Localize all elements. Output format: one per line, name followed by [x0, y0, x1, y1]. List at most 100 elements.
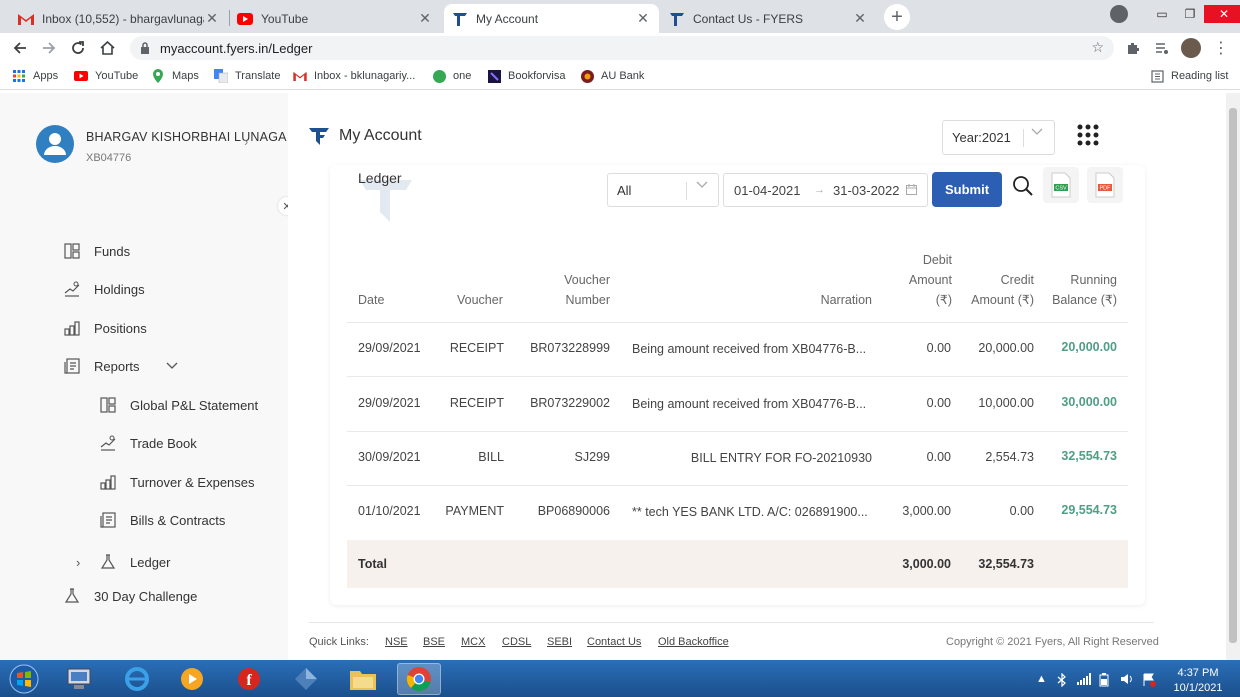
bookmark-star-icon[interactable]: ☆	[1091, 39, 1104, 56]
footer-link-nse[interactable]: NSE	[385, 636, 408, 648]
profile-avatar[interactable]	[1180, 37, 1202, 59]
footer-link-contact-us[interactable]: Contact Us	[587, 636, 641, 648]
scrollbar-thumb[interactable]	[1229, 108, 1237, 643]
bookmark-label: one	[453, 70, 472, 82]
taskbar-chrome-icon[interactable]	[397, 663, 441, 695]
tab-close-icon[interactable]: ✕	[852, 10, 868, 27]
taskbar-fyers-app-icon[interactable]: f	[227, 663, 271, 695]
taskbar-ie-icon[interactable]	[115, 663, 159, 695]
sidebar-subitem-trade-book[interactable]: Trade Book	[98, 433, 197, 453]
footer-divider	[309, 622, 1154, 623]
sidebar-item-positions[interactable]: Positions	[62, 318, 147, 338]
show-hidden-icons[interactable]: ▲	[1036, 673, 1047, 685]
sidebar-subitem-bills[interactable]: Bills & Contracts	[98, 510, 225, 530]
header-line: Amount (₹)	[971, 293, 1034, 307]
sidebar-item-30-day-challenge[interactable]: 30 Day Challenge	[62, 586, 197, 606]
sidebar-item-label: Global P&L Statement	[130, 397, 259, 413]
search-icon[interactable]	[1012, 175, 1034, 197]
lock-icon	[140, 42, 150, 54]
taskbar-explorer-icon[interactable]	[341, 663, 385, 695]
maximize-icon[interactable]: ❐	[1176, 5, 1204, 23]
taskbar-computer-icon[interactable]	[57, 663, 101, 695]
tab-title: My Account	[476, 11, 539, 26]
csv-download-button[interactable]: CSV	[1043, 167, 1079, 203]
cell-voucher-number: BP06890006	[537, 504, 610, 518]
footer-link-mcx[interactable]: MCX	[461, 636, 485, 648]
cell-date: 30/09/2021	[358, 450, 421, 464]
reload-icon[interactable]	[67, 37, 89, 59]
bookmark-one[interactable]: one	[432, 69, 471, 83]
bookmark-bookforvisa[interactable]: Bookforvisa	[487, 69, 565, 83]
header-line: Balance (₹)	[1052, 293, 1117, 307]
sidebar-item-holdings[interactable]: Holdings	[62, 279, 145, 299]
tab-contact-us[interactable]: Contact Us - FYERS ✕	[661, 4, 876, 33]
bookmark-gmail[interactable]: Inbox - bklunagariy...	[293, 69, 415, 83]
tab-close-icon[interactable]: ✕	[204, 10, 220, 27]
ledger-watermark-icon	[360, 180, 412, 222]
table-row-divider	[347, 485, 1128, 486]
footer-link-bse[interactable]: BSE	[423, 636, 445, 648]
tab-gmail-inbox[interactable]: Inbox (10,552) - bhargavlunagariya ✕	[10, 4, 228, 33]
bookmark-translate[interactable]: Translate	[214, 69, 280, 83]
sidebar-item-funds[interactable]: Funds	[62, 241, 130, 261]
sidebar-item-ledger[interactable]: › Ledger	[76, 552, 170, 572]
total-credit: 32,554.73	[978, 557, 1034, 571]
taskbar-media-player-icon[interactable]	[170, 663, 214, 695]
forward-arrow-icon[interactable]	[38, 37, 60, 59]
app-grid-menu-icon[interactable]	[1077, 124, 1099, 146]
media-control-icon[interactable]	[1151, 37, 1173, 59]
reading-list[interactable]: Reading list	[1150, 69, 1228, 83]
bluetooth-icon[interactable]	[1057, 673, 1067, 687]
address-bar[interactable]: myaccount.fyers.in/Ledger ☆	[130, 36, 1114, 60]
back-arrow-icon[interactable]	[9, 37, 31, 59]
ledger-icon	[98, 552, 118, 572]
year-select[interactable]: Year:2021	[942, 120, 1055, 155]
chevron-down-icon[interactable]	[166, 362, 178, 370]
new-tab-button[interactable]: +	[884, 4, 910, 30]
column-header-voucher-number: Voucher Number	[550, 270, 610, 310]
volume-icon[interactable]	[1120, 673, 1134, 685]
fyers-icon	[669, 11, 685, 27]
sidebar-subitem-global-pl[interactable]: Global P&L Statement	[98, 395, 258, 415]
voucher-filter-select[interactable]: All	[607, 173, 719, 207]
bookmark-label: AU Bank	[601, 70, 645, 82]
ledger-title: Ledger	[358, 170, 402, 186]
submit-button[interactable]: Submit	[932, 172, 1002, 207]
minimize-icon[interactable]: ▭	[1148, 5, 1176, 23]
chrome-menu-icon[interactable]: ⋮	[1210, 37, 1232, 59]
avatar[interactable]	[36, 125, 74, 163]
date-range-picker[interactable]: 01-04-2021 → 31-03-2022	[723, 173, 928, 207]
close-window-icon[interactable]: ✕	[1204, 5, 1240, 23]
tab-youtube[interactable]: YouTube ✕	[229, 4, 441, 33]
sidebar-subitem-turnover[interactable]: Turnover & Expenses	[98, 472, 255, 492]
footer-link-sebi[interactable]: SEBI	[547, 636, 572, 648]
start-button-icon[interactable]	[2, 663, 46, 695]
voucher-filter-value: All	[617, 182, 632, 198]
bookmark-au-bank[interactable]: AU Bank	[580, 69, 644, 83]
profile-menu-icon[interactable]	[1110, 5, 1128, 23]
bookmark-youtube[interactable]: YouTube	[74, 69, 138, 83]
taskbar-clock[interactable]: 4:37 PM 10/1/2021	[1168, 666, 1228, 696]
bookmark-maps[interactable]: Maps	[151, 69, 199, 83]
gmail-icon	[18, 11, 34, 27]
taskbar-app-diamond-icon[interactable]	[284, 663, 328, 695]
bookmark-apps[interactable]: Apps	[12, 69, 58, 83]
home-icon[interactable]	[96, 37, 118, 59]
extensions-icon[interactable]	[1122, 37, 1144, 59]
battery-icon[interactable]	[1099, 673, 1109, 687]
action-center-flag-icon[interactable]	[1142, 673, 1156, 687]
footer-link-old-backoffice[interactable]: Old Backoffice	[658, 636, 729, 648]
column-header-credit: Credit Amount (₹)	[960, 270, 1034, 310]
footer-link-cdsl[interactable]: CDSL	[502, 636, 531, 648]
tab-close-icon[interactable]: ✕	[635, 10, 651, 27]
network-signal-icon[interactable]	[1077, 673, 1091, 685]
tab-my-account[interactable]: My Account ✕	[444, 4, 659, 33]
sidebar-item-label: Holdings	[94, 281, 145, 297]
sidebar-item-reports[interactable]: Reports	[62, 356, 178, 376]
pdf-download-button[interactable]: PDF	[1087, 167, 1123, 203]
cell-voucher-number: BR073229002	[530, 396, 610, 410]
cell-date: 29/09/2021	[358, 341, 421, 355]
tab-close-icon[interactable]: ✕	[417, 10, 433, 27]
chevron-right-icon[interactable]: ›	[244, 134, 248, 149]
url-text: myaccount.fyers.in/Ledger	[160, 40, 313, 56]
